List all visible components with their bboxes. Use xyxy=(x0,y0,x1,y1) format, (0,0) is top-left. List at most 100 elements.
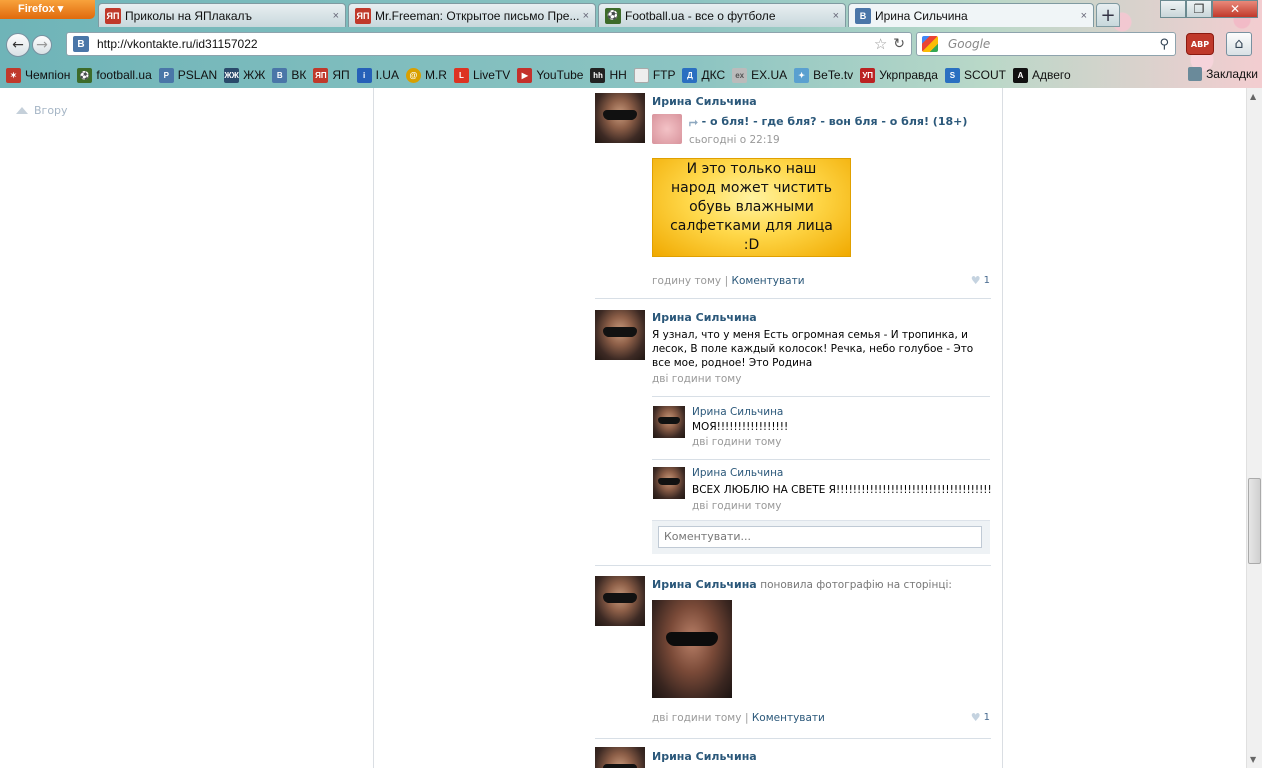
tab-close-icon[interactable]: × xyxy=(833,10,839,22)
avatar[interactable] xyxy=(653,467,685,499)
wall-post: Ирина Сильчина ⮣ - о бля! - где бля? - в… xyxy=(652,95,990,287)
sunglasses-icon xyxy=(603,327,637,337)
tab-title: Ирина Сильчина xyxy=(875,8,968,23)
bookmark-item[interactable]: ЯП ЯП xyxy=(313,67,350,83)
bookmark-item[interactable]: S SCOUT xyxy=(944,67,1006,83)
comment-link[interactable]: Коментувати xyxy=(732,275,805,287)
like-button[interactable]: ♥ 1 xyxy=(971,274,990,287)
avatar[interactable] xyxy=(595,576,645,626)
adblock-button[interactable]: ABP xyxy=(1186,33,1214,55)
bookmarks-menu[interactable]: Закладки xyxy=(1188,67,1258,81)
maximize-button[interactable]: ❐ xyxy=(1186,0,1212,18)
comment-link[interactable]: Коментувати xyxy=(752,712,825,724)
tab-close-icon[interactable]: × xyxy=(583,10,589,22)
bookmark-star-icon[interactable]: ☆ xyxy=(874,35,887,53)
bookmark-item[interactable]: FTP xyxy=(633,67,675,83)
post-author[interactable]: Ирина Сильчина xyxy=(652,750,990,763)
bookmark-item[interactable]: УП Укрправда xyxy=(860,67,938,83)
post-time: годину тому xyxy=(652,275,722,287)
new-tab-button[interactable]: + xyxy=(1096,3,1120,27)
search-icon[interactable]: ⚲ xyxy=(1159,37,1169,52)
scroll-down-arrow-icon[interactable]: ▼ xyxy=(1250,755,1256,764)
bookmark-item[interactable]: @ M.R xyxy=(405,67,447,83)
address-bar[interactable]: В http://vkontakte.ru/id31157022 ☆ ↻ xyxy=(66,32,912,56)
comment-author[interactable]: Ирина Сильчина xyxy=(692,467,990,479)
champion-icon: ✶ xyxy=(6,67,21,83)
comment: Ирина Сильчина МОЯ!!!!!!!!!!!!!!!!! дві … xyxy=(692,406,990,448)
post-image[interactable]: И это только наш народ может чистить обу… xyxy=(652,158,851,257)
post-author[interactable]: Ирина Сильчина xyxy=(652,311,990,324)
bookmark-item[interactable]: ⚽ football.ua xyxy=(77,67,152,83)
tab-mr-freeman[interactable]: ЯП Mr.Freeman: Открытое письмо Пре... × xyxy=(348,3,596,27)
comment-text: ВСЕХ ЛЮБЛЮ НА СВЕТЕ Я!!!!!!!!!!!!!!!!!!!… xyxy=(692,484,992,496)
post-photo[interactable] xyxy=(652,600,732,698)
tab-yaplakal[interactable]: ЯП Приколы на ЯПлакалъ × xyxy=(98,3,346,27)
mr-icon: @ xyxy=(405,67,421,83)
bookmark-item[interactable]: i I.UA xyxy=(356,67,399,83)
firefox-menu-button[interactable]: Firefox ▾ xyxy=(0,0,95,19)
bookmark-item[interactable]: A Адвего xyxy=(1012,67,1071,83)
google-icon[interactable] xyxy=(922,36,938,52)
vk-icon: В xyxy=(272,67,288,83)
bookmark-item[interactable]: ЖЖ ЖЖ xyxy=(224,67,265,83)
comment-time: дві години тому xyxy=(692,500,782,512)
home-icon: ⌂ xyxy=(1234,36,1244,52)
page-content: Вгору Ирина Сильчина ⮣ - о бля! - где бл… xyxy=(0,88,1246,768)
bookmark-item[interactable]: Д ДКС xyxy=(682,67,725,83)
tab-close-icon[interactable]: × xyxy=(1081,10,1087,22)
scrollbar-thumb[interactable] xyxy=(1248,478,1261,564)
avatar[interactable] xyxy=(653,406,685,438)
post-meta: годину тому | Коментувати xyxy=(652,275,805,287)
wall-post: Ирина Сильчина поновила фотографію на ст… xyxy=(652,578,990,724)
avatar[interactable] xyxy=(595,93,645,143)
url-text[interactable]: http://vkontakte.ru/id31157022 xyxy=(97,37,874,51)
yaplakal-favicon-icon: ЯП xyxy=(355,7,371,24)
vk-site-icon: В xyxy=(73,36,89,52)
football-icon: ⚽ xyxy=(77,67,93,83)
bookmark-item[interactable]: ✶ Чемпіон xyxy=(6,67,70,83)
avatar[interactable] xyxy=(595,310,645,360)
livejournal-icon: ЖЖ xyxy=(224,67,240,83)
post-meta: дві години тому | Коментувати xyxy=(652,712,825,724)
back-button[interactable]: ← xyxy=(6,33,30,57)
tab-football-ua[interactable]: ⚽ Football.ua - все о футболе × xyxy=(598,3,846,27)
search-box[interactable]: Google ⚲ xyxy=(916,32,1176,56)
wall-post: Ирина Сильчина Я узнал, что у меня Есть … xyxy=(652,311,990,385)
avatar[interactable] xyxy=(595,747,645,768)
bookmark-item[interactable]: L LiveTV xyxy=(453,67,510,83)
tab-close-icon[interactable]: × xyxy=(333,10,339,22)
like-button[interactable]: ♥ 1 xyxy=(971,711,990,724)
forward-button[interactable]: → xyxy=(32,35,52,55)
comment-input[interactable]: Коментувати... xyxy=(658,526,982,548)
pslan-icon: P xyxy=(158,67,174,83)
search-input[interactable]: Google xyxy=(948,37,1159,51)
scroll-up-arrow-icon[interactable]: ▲ xyxy=(1250,92,1256,101)
close-window-button[interactable]: ✕ xyxy=(1212,0,1258,18)
home-button[interactable]: ⌂ xyxy=(1226,32,1252,56)
share-icon: ⮣ xyxy=(689,115,702,128)
bookmark-item[interactable]: ex EX.UA xyxy=(732,67,787,83)
minimize-button[interactable]: – xyxy=(1160,0,1186,18)
sunglasses-icon xyxy=(603,764,637,768)
vertical-scrollbar[interactable]: ▲ ▼ xyxy=(1246,88,1262,768)
post-author[interactable]: Ирина Сильчина xyxy=(652,578,757,591)
bookmark-item[interactable]: В ВК xyxy=(272,67,306,83)
bookmark-item[interactable]: P PSLAN xyxy=(158,67,217,83)
wall-post: Ирина Сильчина xyxy=(652,750,990,763)
scout-icon: S xyxy=(944,67,960,83)
ukrpravda-icon: УП xyxy=(860,67,876,83)
bookmark-item[interactable]: ▶ YouTube xyxy=(517,67,583,83)
heart-icon: ♥ xyxy=(970,274,981,287)
reload-icon[interactable]: ↻ xyxy=(893,36,905,52)
scroll-up-link[interactable]: Вгору xyxy=(16,104,68,117)
bookmark-item[interactable]: hh НН xyxy=(590,67,627,83)
shared-image-thumb[interactable] xyxy=(652,114,682,144)
post-time: дві години тому xyxy=(652,373,742,385)
tab-vkontakte[interactable]: В Ирина Сильчина × xyxy=(848,3,1094,27)
navigation-bar: ← → В http://vkontakte.ru/id31157022 ☆ ↻… xyxy=(0,30,1262,60)
bookmark-item[interactable]: ✦ BeTe.tv xyxy=(794,67,853,83)
shared-post-title[interactable]: ⮣ - о бля! - где бля? - вон бля - о бля!… xyxy=(689,115,967,129)
sunglasses-icon xyxy=(603,110,637,120)
comment-author[interactable]: Ирина Сильчина xyxy=(692,406,990,418)
post-author[interactable]: Ирина Сильчина xyxy=(652,95,990,108)
